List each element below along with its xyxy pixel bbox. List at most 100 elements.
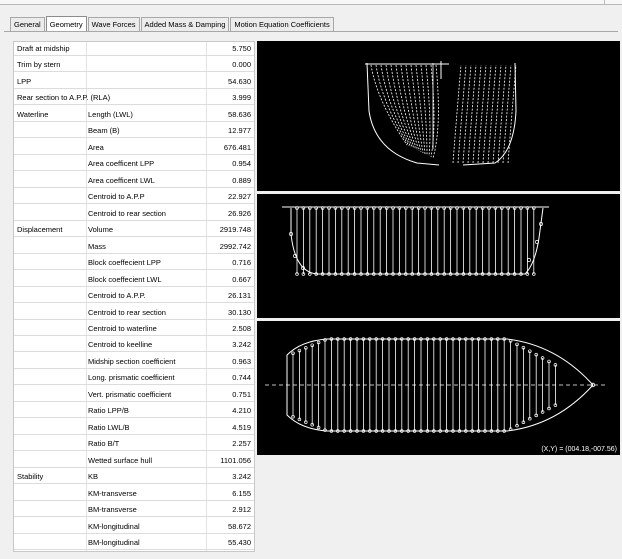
row-value[interactable]: 5.750 [232,44,251,54]
table-row: Mass 2992.742 [14,240,254,254]
row-property-label: Ratio LPP/B [88,406,129,416]
table-row: Rear section to A.P.P. (RLA) 3.999 [14,91,254,106]
table-row: Displacement Volume 2919.748 [14,223,254,238]
table-row: Long. prismatic coefficient 0.744 [14,371,254,386]
table-row: KM-longitudinal 58.672 [14,520,254,534]
window-corner [604,0,618,5]
row-value[interactable]: 2.257 [232,439,251,449]
table-row: Block coeffecient LWL 0.667 [14,273,254,287]
table-row: Vert. prismatic coefficient 0.751 [14,388,254,402]
tab-general[interactable]: General [10,17,45,31]
row-value[interactable]: 676.481 [224,143,251,153]
table-row: Centroid to waterline 2.508 [14,322,254,336]
station-line [467,64,477,164]
row-property-label: Midship section coefficient [88,356,176,366]
table-row: BM-longitudinal 55.430 [14,536,254,551]
row-value[interactable]: 0.716 [232,258,251,268]
row-property-label: Ratio B/T [88,439,120,449]
row-value[interactable]: 54.630 [228,77,251,87]
row-value[interactable]: 6.155 [232,489,251,499]
row-property-label: Area coefficent LPP [88,159,155,169]
table-row: Stability KB 3.242 [14,470,254,485]
row-property-label: Area [88,142,104,152]
row-value[interactable]: 30.130 [228,308,251,318]
station-line [420,64,428,156]
row-property-label: BM-transverse [88,505,137,515]
geometry-table: Draft at midship 5.750 Trim by stern 0.000 L… [13,41,255,552]
row-group-label: Draft at midship [17,44,70,53]
station-line [482,64,492,164]
profile-drawing [282,206,549,276]
tab-underline [4,31,618,32]
body-plan-drawing [365,61,517,166]
station-line [497,64,507,164]
row-property-label: Beam (B) [88,126,120,136]
station-line [457,64,467,164]
row-property-label: Wetted surface hull [88,455,153,465]
table-row: Midship section coefficient 0.963 [14,355,254,369]
row-value[interactable]: 0.751 [232,390,251,400]
table-row: Block coeffecient LPP 0.716 [14,256,254,271]
row-value[interactable]: 0.000 [232,60,251,70]
row-property-label: Block coeffecient LWL [88,274,162,284]
row-group-label: LPP [17,76,32,86]
tab-added-mass-damping[interactable]: Added Mass & Damping [140,17,230,31]
row-value[interactable]: 3.242 [232,340,251,350]
row-property-label: Centroid to rear section [88,307,166,317]
row-value[interactable]: 2919.748 [220,225,251,235]
station-line [452,64,462,164]
row-value[interactable]: 2.508 [232,324,251,334]
row-property-label: Centroid to waterline [88,323,157,333]
table-row: Beam (B) 12.977 [14,124,254,139]
waterplane-drawing [265,337,607,433]
row-value[interactable]: 1101.056 [220,456,251,466]
station-line [477,64,487,164]
row-group-label: Displacement [17,225,63,235]
tab-wave-forces[interactable]: Wave Forces [87,17,140,31]
table-row: Trim by stern 0.000 [14,58,254,73]
row-value[interactable]: 2.912 [232,505,251,515]
row-value[interactable]: 22.927 [228,192,251,202]
station-line [380,64,412,148]
station-line [462,64,472,164]
row-group-label: Trim by stern [17,60,61,70]
table-row: Area coefficent LWL 0.889 [14,174,254,188]
row-value[interactable]: 58.672 [228,522,251,532]
coordinate-readout: (X,Y) = (004.18,-007.56) [541,446,617,453]
tab-motion-equation-coefficients[interactable]: Motion Equation Coefficients [230,17,334,31]
table-row: Waterline Length (LWL) 58.636 [14,108,254,122]
station-line [507,64,517,164]
row-property-label: KM-transverse [88,488,137,498]
profile-view [257,194,620,318]
row-value[interactable]: 3.999 [232,93,251,103]
row-value[interactable]: 3.242 [232,472,251,482]
table-row: KM-transverse 6.155 [14,487,254,501]
section-outline [366,62,440,166]
station-line [492,64,502,164]
tab-bar: General Geometry Wave Forces Added Mass … [10,15,335,32]
row-value[interactable]: 0.667 [232,275,251,285]
row-property-label: Volume [88,225,114,235]
row-value[interactable]: 0.889 [232,176,251,186]
row-property-label: Centroid to rear section [88,208,166,218]
row-property-label: Centroid to A.P.P. [88,291,146,301]
row-property-label: Centroid to A.P.P [88,192,145,202]
row-value[interactable]: 2992.742 [220,242,251,252]
row-group-label: Stability [17,472,44,482]
row-value[interactable]: 58.636 [228,110,251,120]
row-value[interactable]: 55.430 [228,538,251,548]
tab-geometry[interactable]: Geometry [45,16,87,32]
row-value[interactable]: 26.926 [228,209,251,219]
station-line [487,64,497,164]
row-value[interactable]: 0.954 [232,159,251,169]
row-value[interactable]: 26.131 [228,291,251,301]
body-plan-view [257,41,620,191]
row-property-label: Vert. prismatic coefficient [88,389,172,399]
row-value[interactable]: 4.519 [232,423,251,433]
table-row: LPP 54.630 [14,75,254,89]
row-value[interactable]: 4.210 [232,406,251,416]
row-value[interactable]: 0.744 [232,373,251,383]
table-row: Centroid to A.P.P 22.927 [14,190,254,205]
row-value[interactable]: 0.963 [232,357,251,367]
row-value[interactable]: 12.977 [228,126,251,136]
